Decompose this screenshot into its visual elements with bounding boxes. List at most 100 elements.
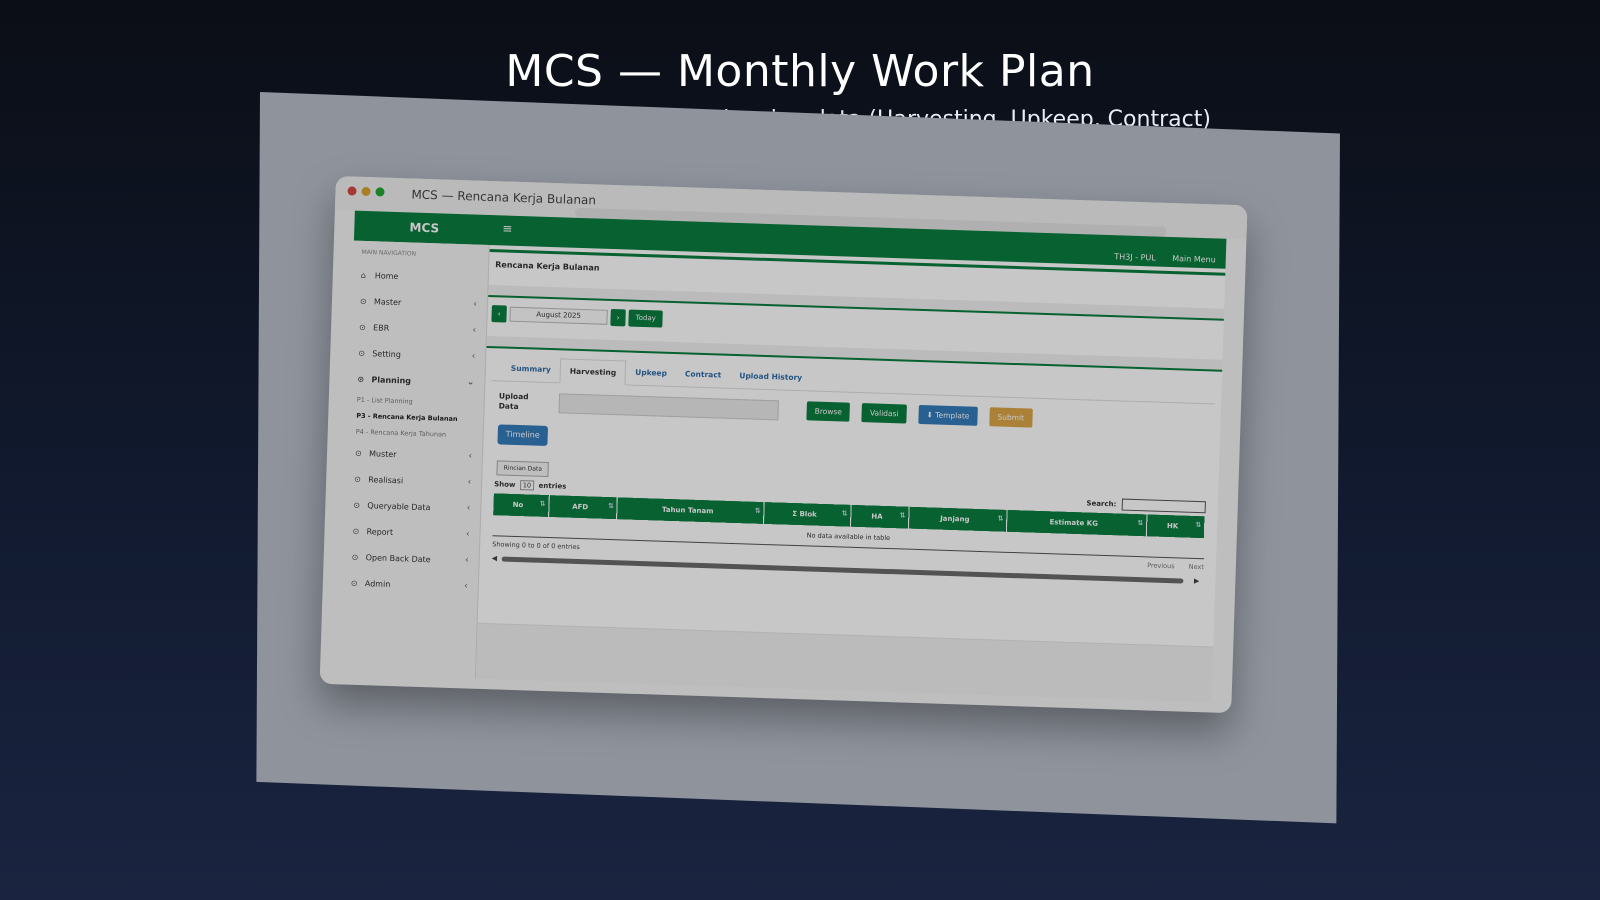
minimize-window-button[interactable] xyxy=(361,186,371,197)
chevron-left-icon: ‹ xyxy=(473,299,478,310)
sidebar-item-label: Admin xyxy=(364,578,391,589)
upload-data-label: Upload Data xyxy=(498,391,529,412)
circle-icon: ⊙ xyxy=(359,296,367,306)
pagination: Previous Next xyxy=(1135,561,1204,571)
circle-icon: ⊙ xyxy=(358,322,366,332)
chevron-left-icon: ‹ xyxy=(466,503,471,514)
sidebar-item-label: Muster xyxy=(368,448,397,459)
column-label: Estimate KG xyxy=(1049,518,1099,528)
sort-icon: ⇅ xyxy=(899,511,906,520)
sidebar-item-planning[interactable]: ⊙ Planning ⌄ xyxy=(349,366,485,396)
sort-icon: ⇅ xyxy=(1137,519,1144,528)
table-info: Showing 0 to 0 of 0 entries xyxy=(492,540,580,552)
user-label[interactable]: TH3J - PUL xyxy=(1114,252,1156,262)
tab-harvesting[interactable]: Harvesting xyxy=(559,358,627,386)
column-header-no[interactable]: No ⇅ xyxy=(493,493,550,518)
chevron-left-icon: ‹ xyxy=(464,581,468,592)
tab-upload-history[interactable]: Upload History xyxy=(730,364,812,391)
main-menu-link[interactable]: Main Menu xyxy=(1172,254,1216,264)
sort-icon: ⇅ xyxy=(607,501,615,511)
upload-file-field[interactable] xyxy=(558,393,779,421)
page-size-select[interactable]: 10 xyxy=(519,480,535,491)
rincian-data-button[interactable]: Rincian Data xyxy=(496,460,550,478)
column-label: No xyxy=(512,500,524,510)
column-header-afd[interactable]: AFD ⇅ xyxy=(548,495,618,520)
sidebar-item-label: Open Back Date xyxy=(365,552,431,564)
sort-icon: ⇅ xyxy=(841,509,848,518)
app-root: MCS ≡ TH3J - PUL Main Menu MAIN NAVIGATI… xyxy=(339,210,1227,703)
search-input[interactable] xyxy=(1121,498,1206,514)
sidebar-item-label: Queryable Data xyxy=(367,500,431,512)
column-label: HA xyxy=(871,512,883,521)
circle-icon: ⊙ xyxy=(358,348,366,358)
circle-icon: ⊙ xyxy=(354,474,362,484)
circle-icon: ⊙ xyxy=(350,578,358,588)
circle-icon: ⊙ xyxy=(352,526,360,536)
maximize-window-button[interactable] xyxy=(375,187,385,197)
template-button-label: Template xyxy=(935,410,970,421)
tab-contract[interactable]: Contract xyxy=(676,362,731,388)
next-page-button[interactable]: Next xyxy=(1189,563,1204,571)
column-header-sum-blok[interactable]: Σ Blok ⇅ xyxy=(763,502,852,527)
sidebar-item-label: Realisasi xyxy=(368,474,404,485)
sidebar-item-label: Master xyxy=(373,296,402,307)
app-window: MCS — Rencana Kerja Bulanan MCS ≡ TH3J -… xyxy=(319,176,1248,714)
today-button[interactable]: Today xyxy=(628,309,664,328)
sidebar-item-admin[interactable]: ⊙ Admin ‹ xyxy=(342,569,478,599)
column-label: HK xyxy=(1166,522,1179,531)
month-input[interactable]: August 2025 xyxy=(509,306,608,325)
chevron-left-icon: ‹ xyxy=(465,529,470,540)
hamburger-menu-icon[interactable]: ≡ xyxy=(502,221,513,235)
chevron-left-icon: ‹ xyxy=(467,477,472,488)
submit-button[interactable]: Submit xyxy=(989,407,1033,428)
entries-label: entries xyxy=(538,481,567,491)
search-label: Search: xyxy=(1086,499,1117,509)
column-header-janjang[interactable]: Janjang ⇅ xyxy=(908,506,1008,532)
column-header-estimate-kg[interactable]: Estimate KG ⇅ xyxy=(1006,509,1147,537)
column-label: AFD xyxy=(572,502,589,512)
circle-icon: ⊙ xyxy=(353,500,361,510)
show-label: Show xyxy=(494,480,516,489)
sort-icon: ⇅ xyxy=(754,506,761,515)
sort-icon: ⇅ xyxy=(539,499,546,508)
template-button[interactable]: ⬇ Template xyxy=(918,404,978,426)
window-title: MCS — Rencana Kerja Bulanan xyxy=(411,187,597,208)
circle-icon: ⊙ xyxy=(351,552,359,562)
next-month-button[interactable]: › xyxy=(610,308,626,327)
previous-page-button[interactable]: Previous xyxy=(1147,561,1175,570)
circle-icon: ⊙ xyxy=(357,374,365,384)
sidebar-item-label: Home xyxy=(374,270,399,281)
scroll-left-icon[interactable]: ◀ xyxy=(492,554,498,562)
tab-upkeep[interactable]: Upkeep xyxy=(626,360,677,386)
column-header-ha[interactable]: HA ⇅ xyxy=(850,504,910,529)
sort-icon: ⇅ xyxy=(1195,520,1202,530)
main-content: Rencana Kerja Bulanan ‹ August 2025 › To… xyxy=(475,245,1226,703)
scroll-right-icon[interactable]: ▶ xyxy=(1194,577,1200,585)
sidebar-item-label: Planning xyxy=(371,374,412,386)
chevron-left-icon: ‹ xyxy=(464,555,469,566)
sort-icon: ⇅ xyxy=(997,514,1004,523)
sidebar-item-label: Report xyxy=(366,526,394,537)
sidebar-item-label: EBR xyxy=(372,322,390,333)
chevron-left-icon: ‹ xyxy=(472,325,477,336)
column-header-tahun-tanam[interactable]: Tahun Tanam ⇅ xyxy=(616,497,765,524)
page-size-control: Show 10 entries xyxy=(494,480,567,491)
timeline-button[interactable]: Timeline xyxy=(497,424,549,446)
close-window-button[interactable] xyxy=(347,186,357,196)
circle-icon: ⊙ xyxy=(354,448,362,458)
browse-button[interactable]: Browse xyxy=(806,401,851,422)
chevron-left-icon: ‹ xyxy=(471,351,476,362)
table-search: Search: xyxy=(1086,497,1206,514)
column-label: Σ Blok xyxy=(792,509,817,519)
tab-summary[interactable]: Summary xyxy=(501,356,560,382)
home-icon: ⌂ xyxy=(360,270,367,280)
validasi-button[interactable]: Validasi xyxy=(861,403,907,424)
sidebar-item-label: Setting xyxy=(372,348,402,359)
chevron-down-icon: ⌄ xyxy=(466,377,475,388)
column-header-hk[interactable]: HK ⇅ xyxy=(1146,514,1205,539)
hero-title: MCS — Monthly Work Plan xyxy=(505,46,1095,97)
app-logo[interactable]: MCS xyxy=(354,211,495,246)
download-icon: ⬇ xyxy=(926,410,936,420)
content-footer-area xyxy=(475,622,1214,703)
prev-month-button[interactable]: ‹ xyxy=(491,305,507,323)
